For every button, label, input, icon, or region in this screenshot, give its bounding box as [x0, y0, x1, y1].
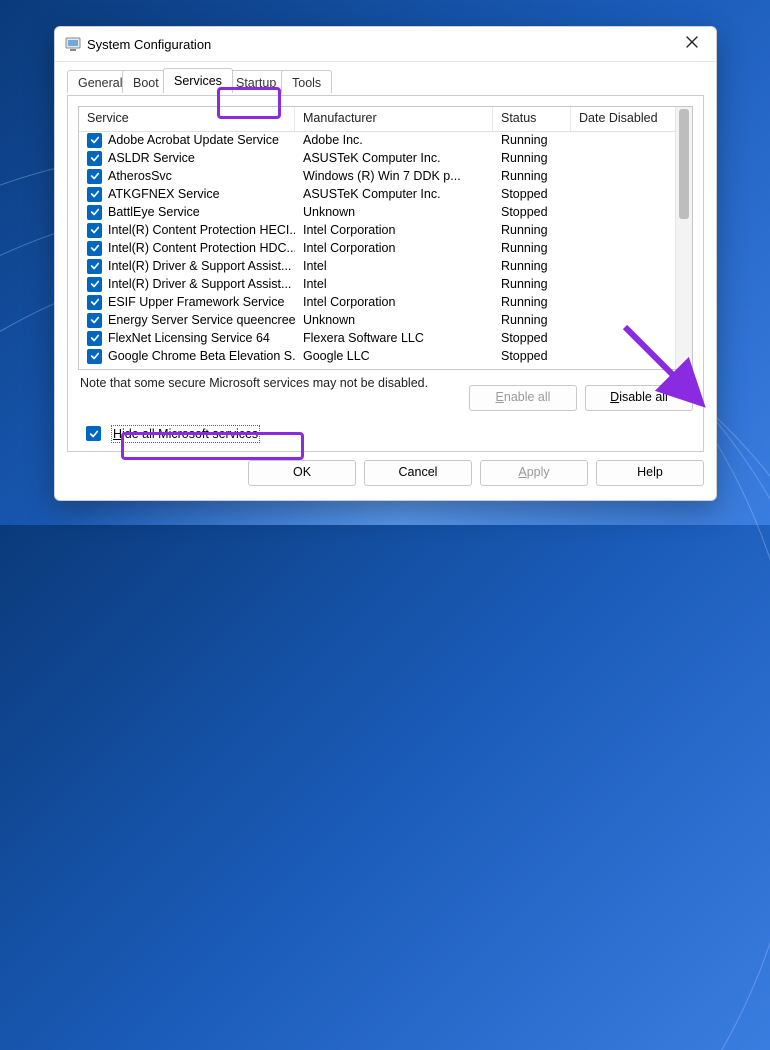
- checkbox-icon: [87, 277, 102, 292]
- service-name: Intel(R) Content Protection HECI...: [108, 223, 295, 237]
- disable-all-button[interactable]: Disable all: [585, 385, 693, 411]
- checkbox-icon: [87, 349, 102, 364]
- service-name: Intel(R) Content Protection HDC...: [108, 241, 295, 255]
- service-row[interactable]: Intel(R) Content Protection HECI...Intel…: [79, 221, 676, 239]
- column-status[interactable]: Status: [493, 107, 571, 131]
- service-status: Running: [493, 241, 571, 255]
- service-row[interactable]: FlexNet Licensing Service 64 Flexera Soft…: [79, 329, 676, 347]
- service-manufacturer: ASUSTeK Computer Inc.: [295, 187, 493, 201]
- checkbox-icon: [87, 223, 102, 238]
- titlebar: System Configuration: [55, 27, 716, 62]
- service-row[interactable]: Google Chrome Beta Elevation S...Google …: [79, 347, 676, 365]
- service-status: Running: [493, 277, 571, 291]
- scrollbar-thumb[interactable]: [679, 109, 689, 219]
- service-status: Stopped: [493, 187, 571, 201]
- service-status: Stopped: [493, 205, 571, 219]
- service-status: Stopped: [493, 331, 571, 345]
- service-status: Running: [493, 151, 571, 165]
- cancel-button[interactable]: Cancel: [364, 460, 472, 486]
- column-service[interactable]: Service: [79, 107, 295, 131]
- service-row[interactable]: Energy Server Service queencreekUnknownR…: [79, 311, 676, 329]
- service-status: Stopped: [493, 349, 571, 363]
- checkbox-icon: [87, 151, 102, 166]
- service-name: ESIF Upper Framework Service: [108, 295, 284, 309]
- service-manufacturer: Intel: [295, 277, 493, 291]
- services-listview[interactable]: Service Manufacturer Status Date Disable…: [78, 106, 693, 370]
- service-row[interactable]: ESIF Upper Framework Service Intel Corpor…: [79, 293, 676, 311]
- service-row[interactable]: Intel(R) Content Protection HDC...Intel …: [79, 239, 676, 257]
- service-manufacturer: ASUSTeK Computer Inc.: [295, 151, 493, 165]
- tab-tools[interactable]: Tools: [281, 70, 332, 93]
- service-status: Running: [493, 133, 571, 147]
- service-status: Running: [493, 223, 571, 237]
- checkbox-icon: [87, 187, 102, 202]
- help-button[interactable]: Help: [596, 460, 704, 486]
- service-row[interactable]: ATKGFNEX Service ASUSTeK Computer Inc.Sto…: [79, 185, 676, 203]
- service-name: Intel(R) Driver & Support Assist...: [108, 259, 291, 273]
- tab-services[interactable]: Services: [163, 68, 233, 93]
- service-row[interactable]: ASLDR Service ASUSTeK Computer Inc.Runnin…: [79, 149, 676, 167]
- checkbox-icon: [87, 205, 102, 220]
- service-name: ASLDR Service: [108, 151, 195, 165]
- checkbox-icon: [86, 426, 101, 441]
- ok-button[interactable]: OK: [248, 460, 356, 486]
- column-date-disabled[interactable]: Date Disabled: [571, 107, 692, 131]
- column-manufacturer[interactable]: Manufacturer: [295, 107, 493, 131]
- service-row[interactable]: Intel(R) Driver & Support Assist... Intel…: [79, 257, 676, 275]
- service-row[interactable]: Adobe Acrobat Update Service Adobe Inc.Ru…: [79, 131, 676, 149]
- close-icon: [686, 35, 698, 53]
- service-manufacturer: Flexera Software LLC: [295, 331, 493, 345]
- service-name: ATKGFNEX Service: [108, 187, 220, 201]
- service-name: Google Chrome Beta Elevation S...: [108, 349, 295, 363]
- service-manufacturer: Intel: [295, 259, 493, 273]
- service-manufacturer: Adobe Inc.: [295, 133, 493, 147]
- service-row[interactable]: Intel(R) Driver & Support Assist... Intel…: [79, 275, 676, 293]
- service-manufacturer: Intel Corporation: [295, 223, 493, 237]
- service-status: Running: [493, 313, 571, 327]
- service-name: FlexNet Licensing Service 64: [108, 331, 270, 345]
- service-row[interactable]: AtherosSvc Windows (R) Win 7 DDK p...Runn…: [79, 167, 676, 185]
- service-name: Adobe Acrobat Update Service: [108, 133, 279, 147]
- dialog-button-row: OK Cancel Apply Help: [55, 452, 716, 496]
- app-icon: [65, 36, 81, 52]
- checkbox-icon: [87, 169, 102, 184]
- checkbox-icon: [87, 313, 102, 328]
- service-manufacturer: Intel Corporation: [295, 241, 493, 255]
- vertical-scrollbar[interactable]: [675, 107, 692, 369]
- close-button[interactable]: [678, 30, 706, 58]
- services-tab-panel: Service Manufacturer Status Date Disable…: [67, 96, 704, 452]
- checkbox-icon: [87, 241, 102, 256]
- service-manufacturer: Unknown: [295, 313, 493, 327]
- service-status: Running: [493, 295, 571, 309]
- service-status: Running: [493, 259, 571, 273]
- service-manufacturer: Windows (R) Win 7 DDK p...: [295, 169, 493, 183]
- service-manufacturer: Unknown: [295, 205, 493, 219]
- service-name: AtherosSvc: [108, 169, 172, 183]
- hide-microsoft-services-label: Hide all Microsoft services: [113, 427, 258, 441]
- service-row[interactable]: BattlEye Service UnknownStopped: [79, 203, 676, 221]
- service-name: Intel(R) Driver & Support Assist...: [108, 277, 291, 291]
- checkbox-icon: [87, 133, 102, 148]
- tab-strip: GeneralBootServicesStartupTools: [67, 68, 704, 96]
- service-manufacturer: Google LLC: [295, 349, 493, 363]
- window-title: System Configuration: [87, 37, 211, 52]
- apply-button[interactable]: Apply: [480, 460, 588, 486]
- system-configuration-window: System Configuration GeneralBootServices…: [54, 26, 717, 501]
- tab-startup[interactable]: Startup: [225, 70, 287, 93]
- checkbox-icon: [87, 295, 102, 310]
- service-manufacturer: Intel Corporation: [295, 295, 493, 309]
- listview-header[interactable]: Service Manufacturer Status Date Disable…: [79, 107, 692, 132]
- service-status: Running: [493, 169, 571, 183]
- hide-microsoft-services-checkbox[interactable]: Hide all Microsoft services: [78, 426, 258, 441]
- checkbox-icon: [87, 259, 102, 274]
- service-name: Energy Server Service queencreek: [108, 313, 295, 327]
- enable-all-button[interactable]: Enable all: [469, 385, 577, 411]
- service-name: BattlEye Service: [108, 205, 200, 219]
- checkbox-icon: [87, 331, 102, 346]
